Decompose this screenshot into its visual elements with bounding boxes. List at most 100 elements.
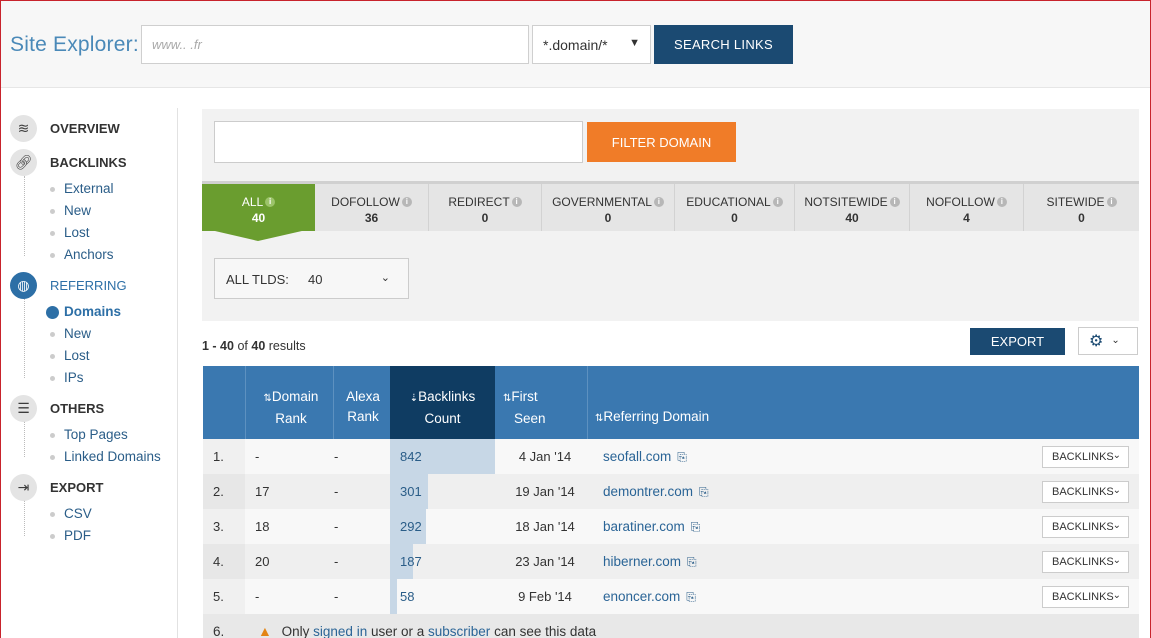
column-domain-rank[interactable]: ⇅Domain Rank [251, 387, 331, 429]
tab-value: 0 [731, 211, 738, 225]
row-number-cell [203, 509, 245, 544]
sidebar-section-others[interactable]: ☰ OTHERS [10, 394, 104, 422]
header-label: Seen [514, 411, 546, 426]
sidebar-item-external[interactable]: External [64, 181, 114, 196]
tree-dot [50, 209, 55, 214]
sidebar-item-new-backlinks[interactable]: New [64, 203, 91, 218]
column-referring-domain[interactable]: ⇅Referring Domain [595, 407, 745, 429]
referring-domain-link[interactable]: baratiner.com [603, 519, 685, 534]
sidebar-item-pdf[interactable]: PDF [64, 528, 91, 543]
tld-select[interactable]: ALL TLDS: 40 ⌄ [214, 258, 409, 299]
backlinks-dropdown-button[interactable]: BACKLINKS ⌄ [1042, 586, 1129, 608]
scope-select[interactable]: *.domain/* ▼ [532, 25, 651, 64]
export-button[interactable]: EXPORT [970, 328, 1065, 355]
tab-all[interactable]: ALL i 40 [202, 184, 315, 231]
sidebar-item-linked-domains[interactable]: Linked Domains [64, 449, 161, 464]
tree-dot [50, 433, 55, 438]
sidebar-item-domains[interactable]: Domains [64, 304, 121, 319]
tab-label: EDUCATIONAL [686, 195, 771, 209]
tab-value: 40 [845, 211, 859, 225]
chevron-down-icon: ⌄ [1112, 450, 1121, 461]
page-title: Site Explorer: [10, 33, 139, 56]
sidebar-section-referring[interactable]: ◍ REFERRING [10, 271, 127, 299]
sidebar-section-overview[interactable]: ≋ OVERVIEW [10, 114, 120, 142]
first-seen-cell: 18 Jan '14 [515, 519, 575, 534]
info-icon: i [265, 197, 276, 207]
sidebar-item-top-pages[interactable]: Top Pages [64, 427, 128, 442]
sort-icon: ⇅ [263, 393, 272, 404]
backlinks-count-cell[interactable]: 58 [400, 589, 414, 604]
backlinks-dropdown-button[interactable]: BACKLINKS ⌄ [1042, 481, 1129, 503]
chevron-down-icon: ⌄ [1112, 555, 1121, 566]
tab-nofollow[interactable]: NOFOLLOW i 4 [910, 184, 1024, 231]
tab-redirect[interactable]: REDIRECT i 0 [429, 184, 542, 231]
column-alexa-rank[interactable]: Alexa Rank [333, 387, 393, 427]
backlinks-count-cell[interactable]: 301 [400, 484, 422, 499]
backlinks-count-cell[interactable]: 842 [400, 449, 422, 464]
column-first-seen[interactable]: ⇅First Seen [503, 387, 563, 429]
tld-count: 40 [308, 272, 323, 287]
backlinks-dropdown-button[interactable]: BACKLINKS ⌄ [1042, 551, 1129, 573]
results-total: 40 [251, 339, 266, 353]
settings-dropdown[interactable]: ⚙ ⌄ [1078, 327, 1138, 355]
tab-notsitewide[interactable]: NOTSITEWIDE i 40 [795, 184, 910, 231]
tree-dot [50, 455, 55, 460]
backlinks-count-cell[interactable]: 187 [400, 554, 422, 569]
referring-domain-link[interactable]: enoncer.com [603, 589, 680, 604]
sidebar-item-csv[interactable]: CSV [64, 506, 92, 521]
signed-in-link[interactable]: signed in [313, 624, 367, 638]
info-icon: i [401, 197, 412, 207]
referring-domain-link[interactable]: hiberner.com [603, 554, 681, 569]
backlinks-dropdown-button[interactable]: BACKLINKS ⌄ [1042, 516, 1129, 538]
external-link-icon[interactable]: ⎘ [699, 485, 709, 499]
domain-rank-cell: 17 [255, 484, 270, 499]
sidebar-item-anchors[interactable]: Anchors [64, 247, 114, 262]
column-backlinks-count[interactable]: ⇣Backlinks Count [390, 366, 495, 439]
row-number: 6. [213, 624, 225, 638]
locked-text: Only [281, 624, 310, 638]
external-link-icon[interactable]: ⎘ [677, 450, 687, 464]
tab-educational[interactable]: EDUCATIONAL i 0 [675, 184, 795, 231]
tab-label: GOVERNMENTAL [552, 195, 652, 209]
tab-dofollow[interactable]: DOFOLLOW i 36 [315, 184, 429, 231]
backlinks-button-label: BACKLINKS [1052, 486, 1114, 498]
referring-domain-link[interactable]: seofall.com [603, 449, 671, 464]
external-link-icon[interactable]: ⎘ [687, 555, 697, 569]
globe-icon: ◍ [10, 271, 37, 299]
sidebar-item-lost-backlinks[interactable]: Lost [64, 225, 90, 240]
layers-icon: ≋ [10, 114, 37, 142]
external-link-icon[interactable]: ⎘ [691, 520, 701, 534]
sidebar-item-ips[interactable]: IPs [64, 370, 84, 385]
tree-line [24, 500, 25, 536]
active-tab-pointer [202, 228, 315, 241]
sidebar-section-label: EXPORT [50, 479, 104, 495]
info-icon: i [996, 197, 1007, 207]
backlinks-button-label: BACKLINKS [1052, 451, 1114, 463]
sidebar-item-lost-referring[interactable]: Lost [64, 348, 90, 363]
tab-sitewide[interactable]: SITEWIDE i 0 [1024, 184, 1139, 231]
filter-domain-button[interactable]: FILTER DOMAIN [587, 122, 736, 162]
tab-label: NOTSITEWIDE [804, 195, 888, 209]
alexa-rank-cell: - [334, 449, 339, 464]
domain-rank-cell: 18 [255, 519, 270, 534]
sidebar-section-export[interactable]: ⇥ EXPORT [10, 473, 103, 501]
tree-line [24, 298, 25, 378]
sidebar-section-label: BACKLINKS [50, 154, 127, 170]
sidebar-section-backlinks[interactable]: 🔗︎ BACKLINKS [10, 148, 127, 176]
backlinks-count-cell[interactable]: 292 [400, 519, 422, 534]
info-icon: i [511, 197, 522, 207]
tree-dot [50, 354, 55, 359]
header-label: Domain [271, 389, 319, 404]
referring-domain-link[interactable]: demontrer.com [603, 484, 693, 499]
backlinks-bar [390, 579, 397, 614]
tab-governmental[interactable]: GOVERNMENTAL i 0 [542, 184, 675, 231]
url-input[interactable] [141, 25, 529, 64]
backlinks-dropdown-button[interactable]: BACKLINKS ⌄ [1042, 446, 1129, 468]
tab-label: ALL [241, 195, 264, 209]
external-link-icon[interactable]: ⎘ [686, 590, 696, 604]
tree-dot [50, 253, 55, 258]
search-links-button[interactable]: SEARCH LINKS [654, 25, 793, 64]
subscriber-link[interactable]: subscriber [428, 624, 490, 638]
filter-domain-input[interactable] [214, 121, 583, 163]
sidebar-item-new-referring[interactable]: New [64, 326, 91, 341]
